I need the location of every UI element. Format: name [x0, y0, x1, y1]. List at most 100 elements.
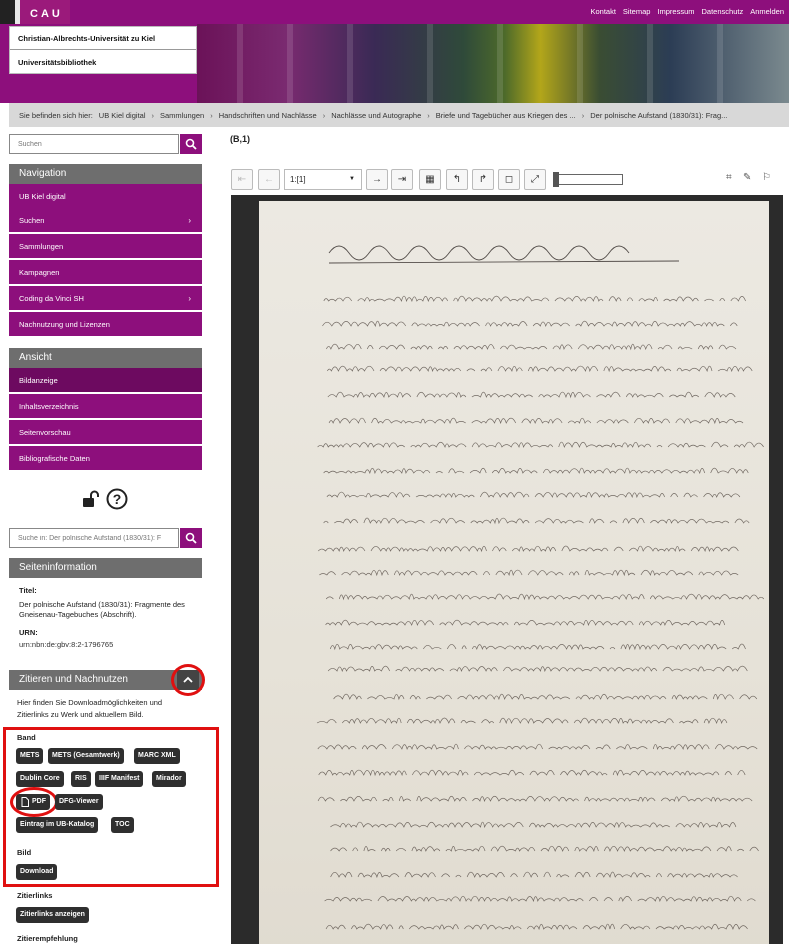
fullscreen-button[interactable]: ⤢ [524, 169, 546, 190]
dfg-viewer-button[interactable]: DFG-Viewer [55, 794, 103, 810]
title-value-2: Gneisenau-Tagebuches (Abschrift). [19, 610, 137, 619]
grid-icon: ▦ [425, 174, 435, 185]
nav-item-sammlungen[interactable]: Sammlungen [9, 234, 202, 259]
site-header: CAU Kontakt Sitemap Impressum Datenschut… [0, 0, 789, 103]
rotate-right-button[interactable]: ↱ [472, 169, 494, 190]
handwriting-line [317, 718, 733, 723]
document-search-button[interactable] [180, 528, 202, 548]
breadcrumb-item[interactable]: Sammlungen [160, 111, 204, 120]
nav-item-nachnutzung[interactable]: Nachnutzung und Lizenzen [9, 312, 202, 337]
next-page-button[interactable]: → [366, 169, 388, 190]
breadcrumb-item[interactable]: Nachlässe und Autographe [331, 111, 421, 120]
first-page-button[interactable]: ⇤ [231, 169, 253, 190]
library-name[interactable]: Universitätsbibliothek [18, 58, 96, 67]
breadcrumb-item[interactable]: Briefe und Tagebücher aus Kriegen des ..… [436, 111, 576, 120]
document-search-input[interactable] [9, 528, 179, 548]
urn-link[interactable]: urn:nbn:de:gbv:8:2-1796765 [19, 640, 113, 649]
page-select[interactable]: 1:[1] ▼ [284, 169, 362, 190]
handwriting-line [326, 620, 731, 625]
site-search [9, 134, 202, 154]
bild-label: Bild [17, 848, 32, 857]
document-search [9, 528, 202, 548]
rotate-left-icon: ↰ [452, 174, 462, 185]
breadcrumb-item[interactable]: UB Kiel digital [99, 111, 146, 120]
zitierlinks-button[interactable]: Zitierlinks anzeigen [16, 907, 89, 923]
search-icon [185, 532, 197, 544]
svg-text:?: ? [113, 491, 122, 507]
last-page-icon: ⇥ [397, 174, 407, 185]
view-item-inhaltsverzeichnis[interactable]: Inhaltsverzeichnis [9, 394, 202, 419]
nav-label: Kampagnen [19, 268, 60, 277]
highlight-circle-pdf [10, 787, 58, 817]
handwriting-line [318, 442, 769, 447]
handwriting-line [330, 821, 737, 829]
topnav-sitemap[interactable]: Sitemap [623, 7, 651, 16]
chevron-right-icon: › [188, 294, 191, 303]
topnav-datenschutz[interactable]: Datenschutz [702, 7, 744, 16]
seiteninfo-heading: Seiteninformation [9, 558, 202, 578]
view-item-seitenvorschau[interactable]: Seitenvorschau [9, 420, 202, 445]
marc-xml-button[interactable]: MARC XML [134, 748, 180, 764]
nav-label: Coding da Vinci SH [19, 294, 84, 303]
zoom-slider[interactable] [553, 172, 623, 187]
mets-button[interactable]: METS [16, 748, 44, 764]
zoom-slider-handle[interactable] [553, 172, 559, 187]
last-page-button[interactable]: ⇥ [391, 169, 413, 190]
prev-page-button[interactable]: ← [258, 169, 280, 190]
view-item-bildanzeige[interactable]: Bildanzeige [9, 368, 202, 393]
rotate-left-button[interactable]: ↰ [446, 169, 468, 190]
view-label: Bildanzeige [19, 376, 58, 385]
navigation-heading: Navigation [9, 164, 202, 184]
breadcrumb-item[interactable]: Handschriften und Nachlässe [219, 111, 317, 120]
crop-icon[interactable]: ⌗ [726, 172, 732, 183]
nav-item-ub-kiel-digital[interactable]: UB Kiel digital [9, 184, 202, 209]
ris-button[interactable]: RIS [71, 771, 91, 787]
wrench-icon[interactable]: ✎ [743, 172, 751, 183]
handwriting-line [324, 468, 755, 473]
handwriting-line [318, 545, 739, 553]
handwriting-line [322, 321, 743, 326]
fit-icon: ◻ [504, 174, 514, 185]
caret-down-icon: ▼ [349, 176, 355, 182]
view-item-bibliografische-daten[interactable]: Bibliografische Daten [9, 446, 202, 471]
image-viewer[interactable] [231, 195, 783, 944]
unlock-icon [83, 490, 99, 507]
header-banner-image [197, 24, 789, 103]
iiif-manifest-button[interactable]: IIIF Manifest [95, 771, 144, 787]
handwriting-line [326, 491, 741, 499]
nav-item-coding-da-vinci[interactable]: Coding da Vinci SH › [9, 286, 202, 311]
help-icon[interactable]: ? [106, 488, 128, 510]
topnav-kontakt[interactable]: Kontakt [590, 7, 615, 16]
topnav-impressum[interactable]: Impressum [657, 7, 694, 16]
fullscreen-icon: ⤢ [531, 174, 539, 185]
access-icons: ? [82, 488, 128, 510]
search-button[interactable] [180, 134, 202, 154]
search-input[interactable] [9, 134, 179, 154]
handwriting-line [331, 846, 765, 851]
handwriting-line [328, 417, 744, 425]
nav-item-suchen[interactable]: Suchen › [9, 208, 202, 233]
dublin-core-button[interactable]: Dublin Core [16, 771, 64, 787]
ub-katalog-button[interactable]: Eintrag im UB-Katalog [16, 817, 99, 833]
fit-page-button[interactable]: ◻ [498, 169, 520, 190]
university-name[interactable]: Christian-Albrechts-Universität zu Kiel [18, 34, 155, 43]
handwriting-line [333, 693, 758, 701]
view-label: Bibliografische Daten [19, 454, 90, 463]
topnav-anmelden[interactable]: Anmelden [750, 7, 784, 16]
prev-page-icon: ← [264, 174, 274, 185]
download-button[interactable]: Download [16, 864, 58, 880]
toc-button[interactable]: TOC [111, 817, 134, 833]
breadcrumb: Sie befinden sich hier: UB Kiel digital … [9, 103, 789, 127]
first-page-icon: ⇤ [237, 174, 247, 185]
mirador-button[interactable]: Mirador [152, 771, 186, 787]
bookmark-icon[interactable]: ⚐ [762, 172, 771, 183]
band-label: Band [17, 733, 36, 742]
mets-gesamtwerk-button[interactable]: METS (Gesamtwerk) [48, 748, 124, 764]
top-navigation: Kontakt Sitemap Impressum Datenschutz An… [590, 7, 784, 16]
breadcrumb-prefix: Sie befinden sich hier: [19, 110, 93, 120]
ansicht-heading: Ansicht [9, 348, 202, 368]
thumbnails-button[interactable]: ▦ [419, 169, 441, 190]
institution-title-box: Christian-Albrechts-Universität zu Kiel … [9, 26, 197, 74]
view-label: Seitenvorschau [19, 428, 71, 437]
nav-item-kampagnen[interactable]: Kampagnen [9, 260, 202, 285]
